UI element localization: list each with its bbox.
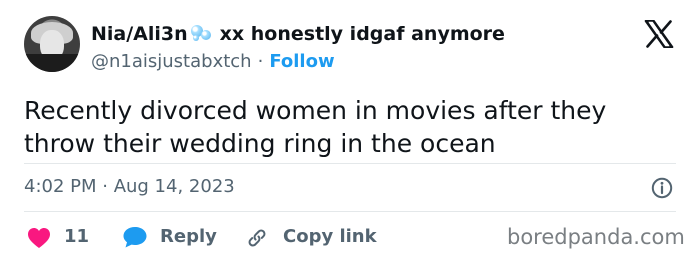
handle-separator: · (257, 51, 264, 72)
bubbles-icon (190, 25, 214, 41)
reply-bubble-icon[interactable] (122, 225, 148, 249)
reply-button[interactable]: Reply (160, 226, 217, 247)
copy-link-button[interactable]: Copy link (283, 226, 377, 247)
tweet-text: Recently divorced women in movies after … (24, 96, 607, 158)
avatar-shadow (24, 54, 80, 72)
divider (24, 163, 676, 164)
like-count[interactable]: 11 (64, 226, 89, 247)
avatar[interactable] (24, 16, 80, 72)
tweet-timestamp[interactable]: 4:02 PM · Aug 14, 2023 (24, 176, 235, 197)
info-icon[interactable] (651, 177, 673, 199)
watermark: boredpanda.com (507, 225, 685, 249)
display-name-start: Nia/Ali3n (91, 23, 188, 45)
user-handle[interactable]: @n1aisjustabxtch (91, 51, 252, 72)
handle-row: @n1aisjustabxtch · Follow (91, 51, 335, 72)
link-icon[interactable] (246, 227, 268, 249)
heart-icon[interactable] (27, 227, 51, 249)
x-logo-icon[interactable] (644, 20, 674, 48)
divider (24, 211, 676, 212)
display-name-end: xx honestly idgaf anymore (219, 23, 505, 45)
display-name[interactable]: Nia/Ali3n xx honestly idgaf anymore (91, 23, 505, 45)
follow-button[interactable]: Follow (269, 51, 334, 72)
